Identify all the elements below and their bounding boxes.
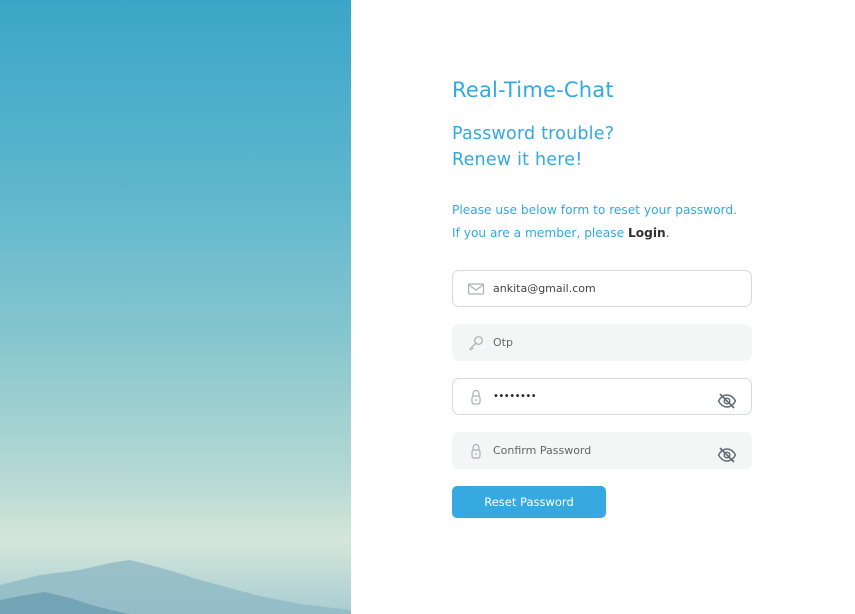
otp-input[interactable] <box>493 325 713 360</box>
lock-icon <box>467 443 485 459</box>
confirm-password-input[interactable] <box>493 433 713 468</box>
eye-off-icon[interactable] <box>717 392 737 410</box>
password-field[interactable]: •••••••• <box>452 378 752 415</box>
instructions-line-2-prefix: If you are a member, please <box>452 226 628 240</box>
instructions-line-2-suffix: . <box>665 226 670 240</box>
password-input[interactable]: •••••••• <box>493 379 713 414</box>
instructions-text: Please use below form to reset your pass… <box>452 199 737 245</box>
confirm-password-field[interactable] <box>452 432 752 469</box>
lock-icon <box>467 389 485 405</box>
app-title: Real-Time-Chat <box>452 78 614 102</box>
eye-off-icon[interactable] <box>717 446 737 464</box>
heading-line-2: Renew it here! <box>452 150 583 170</box>
mountain-silhouette <box>0 560 351 614</box>
envelope-icon <box>467 281 485 297</box>
email-input[interactable] <box>493 271 713 306</box>
reset-password-button[interactable]: Reset Password <box>452 486 606 518</box>
background-sky-image <box>0 0 351 614</box>
email-field[interactable] <box>452 270 752 307</box>
key-icon <box>467 335 485 351</box>
reset-password-page: Real-Time-Chat Password trouble? Renew i… <box>0 0 855 614</box>
otp-field[interactable] <box>452 324 752 361</box>
page-heading: Password trouble? Renew it here! <box>452 121 614 173</box>
heading-line-1: Password trouble? <box>452 124 615 144</box>
login-link[interactable]: Login <box>628 226 666 240</box>
instructions-line-2: If you are a member, please Login. <box>452 222 737 245</box>
instructions-line-1: Please use below form to reset your pass… <box>452 203 737 217</box>
